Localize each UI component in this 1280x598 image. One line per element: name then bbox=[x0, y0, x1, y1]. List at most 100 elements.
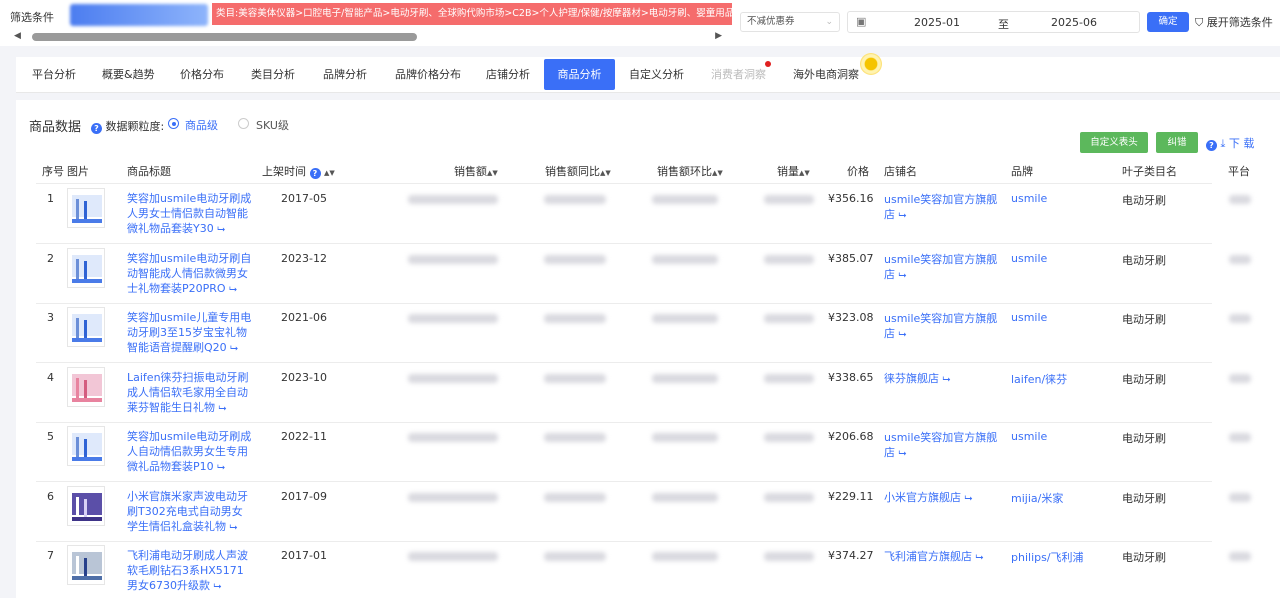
blurred-yoy bbox=[544, 374, 606, 383]
blurred-platform bbox=[1229, 433, 1251, 442]
tab-category[interactable]: 类目分析 bbox=[251, 59, 295, 90]
blurred-volume bbox=[764, 433, 814, 442]
external-link-icon[interactable]: ⮡ bbox=[217, 462, 225, 473]
brand-link[interactable]: usmile bbox=[1011, 311, 1047, 324]
confirm-button[interactable]: 确定 bbox=[1147, 12, 1189, 32]
highlight-badge-icon bbox=[860, 53, 882, 75]
brand-link[interactable]: usmile bbox=[1011, 430, 1047, 443]
blurred-yoy bbox=[544, 195, 606, 204]
tab-overseas[interactable]: 海外电商洞察 bbox=[793, 59, 859, 90]
radio-sku-level[interactable] bbox=[238, 118, 249, 129]
help-icon[interactable]: ? bbox=[91, 123, 102, 134]
external-link-icon[interactable]: ⮡ bbox=[899, 448, 907, 459]
date-end[interactable]: 2025-06 bbox=[1051, 16, 1097, 29]
brand-link[interactable]: usmile bbox=[1011, 252, 1047, 265]
brand-link[interactable]: mijia/米家 bbox=[1011, 490, 1063, 506]
blurred-platform bbox=[1229, 374, 1251, 383]
external-link-icon[interactable]: ⮡ bbox=[214, 581, 222, 592]
tab-price-distribution[interactable]: 价格分布 bbox=[180, 59, 224, 90]
blurred-sales bbox=[408, 255, 498, 264]
row-divider bbox=[36, 481, 1212, 482]
external-link-icon[interactable]: ⮡ bbox=[230, 343, 238, 354]
blurred-mom bbox=[652, 374, 718, 383]
product-thumbnail[interactable] bbox=[67, 188, 105, 228]
coupon-value: 不减优惠券 bbox=[747, 16, 795, 27]
correction-button[interactable]: 纠错 bbox=[1156, 132, 1198, 153]
shop-link[interactable]: 徕芬旗舰店 ⮡ bbox=[884, 371, 1004, 387]
tab-shop[interactable]: 店铺分析 bbox=[486, 59, 530, 90]
brand-link[interactable]: usmile bbox=[1011, 192, 1047, 205]
leaf-category: 电动牙刷 bbox=[1122, 432, 1166, 445]
col-sales[interactable]: 销售额▲▼ bbox=[454, 163, 498, 179]
col-yoy[interactable]: 销售额同比▲▼ bbox=[545, 163, 611, 179]
product-thumbnail[interactable] bbox=[67, 486, 105, 526]
blurred-sales bbox=[408, 552, 498, 561]
row-divider bbox=[36, 541, 1212, 542]
col-volume[interactable]: 销量▲▼ bbox=[777, 163, 810, 179]
external-link-icon[interactable]: ⮡ bbox=[899, 210, 907, 221]
col-listed[interactable]: 上架时间 ? ▲▼ bbox=[262, 163, 335, 179]
tab-brand[interactable]: 品牌分析 bbox=[323, 59, 367, 90]
scrollbar-thumb[interactable] bbox=[32, 33, 417, 41]
shop-link[interactable]: usmile笑容加官方旗舰店 ⮡ bbox=[884, 252, 1004, 283]
product-title-link[interactable]: 小米官旗米家声波电动牙刷T302充电式自动男女学生情侣礼盒装礼物 ⮡ bbox=[127, 489, 253, 535]
product-thumbnail[interactable] bbox=[67, 367, 105, 407]
download-button[interactable]: ? ⤓ 下 载 bbox=[1206, 135, 1254, 151]
scroll-left-icon[interactable]: ◀ bbox=[14, 31, 21, 41]
tab-product[interactable]: 商品分析 bbox=[544, 59, 615, 90]
external-link-icon[interactable]: ⮡ bbox=[899, 270, 907, 281]
tab-overview-trend[interactable]: 概要&趋势 bbox=[102, 59, 155, 90]
shop-link[interactable]: usmile笑容加官方旗舰店 ⮡ bbox=[884, 430, 1004, 461]
horizontal-scrollbar[interactable]: ◀ ▶ bbox=[14, 31, 722, 43]
product-title-link[interactable]: 笑容加usmile儿童专用电动牙刷3至15岁宝宝礼物智能语音提醒刷Q20 ⮡ bbox=[127, 310, 253, 356]
external-link-icon[interactable]: ⮡ bbox=[219, 403, 227, 414]
product-title-link[interactable]: 笑容加usmile电动牙刷自动智能成人情侣款微男女士礼物套装P20PRO ⮡ bbox=[127, 251, 253, 297]
product-thumbnail[interactable] bbox=[67, 545, 105, 585]
blurred-platform bbox=[1229, 552, 1251, 561]
product-title-link[interactable]: 笑容加usmile电动牙刷成人男女士情侣款自动智能微礼物品套装Y30 ⮡ bbox=[127, 191, 253, 237]
scroll-right-icon[interactable]: ▶ bbox=[715, 31, 722, 41]
row-index: 7 bbox=[47, 549, 54, 562]
product-title-link[interactable]: 笑容加usmile电动牙刷成人自动情侣款男女生专用微礼品物套装P10 ⮡ bbox=[127, 429, 253, 475]
listed-date: 2023-12 bbox=[281, 252, 327, 265]
external-link-icon[interactable]: ⮡ bbox=[230, 522, 238, 533]
brand-link[interactable]: laifen/徕芬 bbox=[1011, 371, 1067, 387]
external-link-icon[interactable]: ⮡ bbox=[943, 374, 951, 385]
help-icon[interactable]: ? bbox=[1206, 140, 1217, 151]
coupon-select[interactable]: 不减优惠券 ⌄ bbox=[740, 12, 840, 32]
tab-brand-price[interactable]: 品牌价格分布 bbox=[395, 59, 461, 90]
brand-link[interactable]: philips/飞利浦 bbox=[1011, 549, 1084, 565]
product-thumbnail[interactable] bbox=[67, 307, 105, 347]
radio-product-level[interactable] bbox=[168, 118, 179, 129]
shop-link[interactable]: usmile笑容加官方旗舰店 ⮡ bbox=[884, 311, 1004, 342]
blurred-platform bbox=[1229, 195, 1251, 204]
tab-platform[interactable]: 平台分析 bbox=[32, 59, 76, 90]
external-link-icon[interactable]: ⮡ bbox=[217, 224, 225, 235]
expand-filters-button[interactable]: ⛉ 展开筛选条件 bbox=[1195, 14, 1273, 30]
shop-link[interactable]: 飞利浦官方旗舰店 ⮡ bbox=[884, 549, 1004, 565]
row-divider bbox=[36, 422, 1212, 423]
radio-product-level-label[interactable]: 商品级 bbox=[185, 117, 218, 133]
col-mom[interactable]: 销售额环比▲▼ bbox=[657, 163, 723, 179]
tab-consumer-insight[interactable]: 消费者洞察 bbox=[711, 59, 766, 90]
external-link-icon[interactable]: ⮡ bbox=[229, 284, 237, 295]
product-title-link[interactable]: Laifen徕芬扫振电动牙刷成人情侣软毛家用全自动莱芬智能生日礼物 ⮡ bbox=[127, 370, 253, 416]
radio-sku-level-label[interactable]: SKU级 bbox=[256, 117, 289, 133]
blurred-filter-chip[interactable] bbox=[70, 4, 208, 26]
shop-link[interactable]: usmile笑容加官方旗舰店 ⮡ bbox=[884, 192, 1004, 223]
custom-header-button[interactable]: 自定义表头 bbox=[1080, 132, 1148, 153]
date-range-picker[interactable]: ▣ 2025-01 至 2025-06 bbox=[847, 11, 1140, 33]
date-start[interactable]: 2025-01 bbox=[914, 16, 960, 29]
external-link-icon[interactable]: ⮡ bbox=[976, 552, 984, 563]
product-title-link[interactable]: 飞利浦电动牙刷成人声波软毛刷钻石3系HX5171男女6730升级款 ⮡ bbox=[127, 548, 253, 594]
product-thumbnail[interactable] bbox=[67, 426, 105, 466]
external-link-icon[interactable]: ⮡ bbox=[965, 493, 973, 504]
filter-label: 筛选条件 bbox=[10, 11, 54, 24]
blurred-volume bbox=[764, 314, 814, 323]
tab-custom[interactable]: 自定义分析 bbox=[629, 59, 684, 90]
shop-link[interactable]: 小米官方旗舰店 ⮡ bbox=[884, 490, 1004, 506]
category-path-banner[interactable]: 类目:美容美体仪器>口腔电子/智能产品>电动牙刷、全球购代购市场>C2B>个人护… bbox=[212, 3, 732, 25]
blurred-yoy bbox=[544, 433, 606, 442]
external-link-icon[interactable]: ⮡ bbox=[899, 329, 907, 340]
product-thumbnail[interactable] bbox=[67, 248, 105, 288]
